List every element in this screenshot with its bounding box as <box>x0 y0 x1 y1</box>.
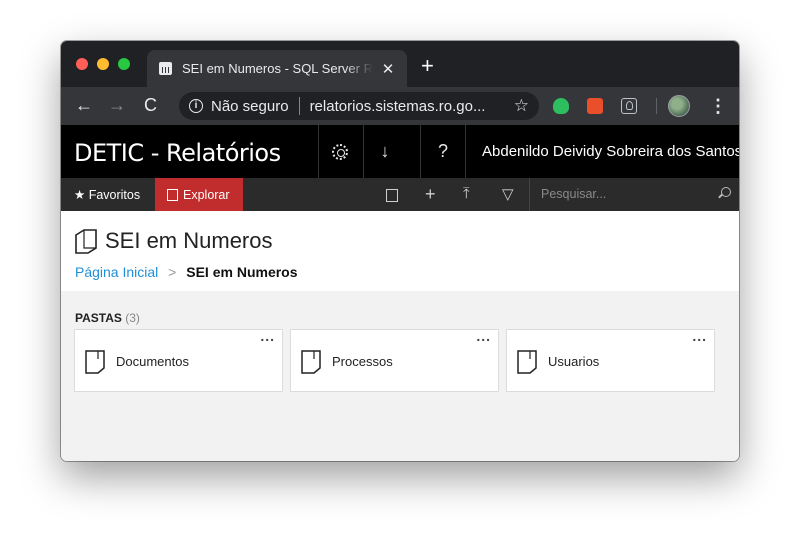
main-content: SEI em Numeros Página Inicial > SEI em N… <box>61 211 739 461</box>
app-title[interactable]: DETIC - Relatórios <box>74 139 281 167</box>
folder-label: Usuarios <box>548 354 600 369</box>
app-header: DETIC - Relatórios ↓ ? Abdenildo Deividy… <box>61 125 739 178</box>
close-window-button[interactable] <box>76 58 88 70</box>
address-bar[interactable]: i Não seguro relatorios.sistemas.ro.go..… <box>179 92 539 120</box>
breadcrumb-current: SEI em Numeros <box>186 264 298 280</box>
folders-section-header: PASTAS (3) <box>75 311 140 325</box>
folder-label: Documentos <box>116 354 189 369</box>
folder-icon <box>167 188 178 201</box>
idea-icon[interactable] <box>621 98 637 114</box>
folder-icon <box>517 350 537 374</box>
folder-label: Processos <box>332 354 393 369</box>
toolbar-divider <box>656 98 657 114</box>
browser-toolbar: ← → C i Não seguro relatorios.sistemas.r… <box>61 87 739 125</box>
evernote-icon[interactable] <box>553 98 569 114</box>
folder-card-documentos[interactable]: ... Documentos <box>74 328 283 392</box>
folders-count: (3) <box>125 311 140 325</box>
url-text[interactable]: relatorios.sistemas.ro.go... <box>310 98 508 115</box>
close-tab-icon[interactable]: ✕ <box>381 60 395 78</box>
folder-icon <box>301 350 321 374</box>
info-icon[interactable]: i <box>189 99 203 113</box>
tab-title-wrap: SEI em Numeros - SQL Server Reporting Se… <box>182 60 373 78</box>
star-icon: ★ <box>74 188 86 202</box>
bookmark-star-icon[interactable]: ☆ <box>514 96 529 116</box>
profile-avatar[interactable] <box>668 95 690 117</box>
page-title: SEI em Numeros <box>105 228 273 253</box>
report-favicon-icon <box>159 62 172 75</box>
favorites-label: Favoritos <box>88 188 141 202</box>
new-tab-button[interactable]: + <box>421 53 434 79</box>
search-icon[interactable] <box>721 187 731 197</box>
help-button[interactable]: ? <box>420 125 466 178</box>
card-menu-icon[interactable]: ... <box>260 328 275 344</box>
reload-icon[interactable]: C <box>144 95 157 115</box>
explore-button[interactable]: Explorar <box>155 178 243 211</box>
download-icon: ↓ <box>380 141 390 161</box>
folder-icon <box>85 350 105 374</box>
user-name[interactable]: Abdenildo Deividy Sobreira dos Santos <box>482 143 739 160</box>
active-tab[interactable]: SEI em Numeros - SQL Server Reporting Se… <box>147 50 407 87</box>
search-box[interactable]: Pesquisar... <box>529 178 739 211</box>
command-bar: ★ Favoritos Explorar + ⤒ ▽ Pesquisar... <box>61 178 739 211</box>
filter-icon[interactable]: ▽ <box>502 185 514 203</box>
folders-section-label: PASTAS <box>75 311 122 325</box>
new-folder-icon[interactable] <box>386 189 398 202</box>
breadcrumb: Página Inicial > SEI em Numeros <box>75 264 298 280</box>
explore-label: Explorar <box>183 187 230 202</box>
zoom-window-button[interactable] <box>118 58 130 70</box>
card-menu-icon[interactable]: ... <box>476 328 491 344</box>
card-menu-icon[interactable]: ... <box>692 328 707 344</box>
upload-icon[interactable]: ⤒ <box>463 185 470 202</box>
plus-icon[interactable]: + <box>425 184 436 205</box>
settings-button[interactable] <box>318 125 361 178</box>
title-band: SEI em Numeros Página Inicial > SEI em N… <box>61 211 739 291</box>
breadcrumb-home-link[interactable]: Página Inicial <box>75 264 158 280</box>
folder-card-processos[interactable]: ... Processos <box>290 328 499 392</box>
search-input[interactable]: Pesquisar... <box>541 187 606 201</box>
omnibox-divider <box>298 97 300 115</box>
back-arrow-icon[interactable]: ← <box>75 95 93 115</box>
favorites-button[interactable]: ★ Favoritos <box>74 187 140 202</box>
folder-open-icon <box>75 229 97 254</box>
office-icon[interactable] <box>587 98 603 114</box>
download-button[interactable]: ↓ <box>363 125 406 178</box>
browser-menu-icon[interactable]: ⋮ <box>709 96 727 116</box>
tab-strip: SEI em Numeros - SQL Server Reporting Se… <box>61 41 739 87</box>
browser-window: SEI em Numeros - SQL Server Reporting Se… <box>61 41 739 461</box>
breadcrumb-separator: > <box>168 264 177 280</box>
help-icon: ? <box>437 141 448 161</box>
forward-arrow-icon[interactable]: → <box>108 95 126 115</box>
gear-icon <box>332 143 348 160</box>
minimize-window-button[interactable] <box>97 58 109 70</box>
folder-card-usuarios[interactable]: ... Usuarios <box>506 328 715 392</box>
tab-title: SEI em Numeros - SQL Server Reporting Se… <box>182 60 373 76</box>
security-label[interactable]: Não seguro <box>211 98 289 115</box>
